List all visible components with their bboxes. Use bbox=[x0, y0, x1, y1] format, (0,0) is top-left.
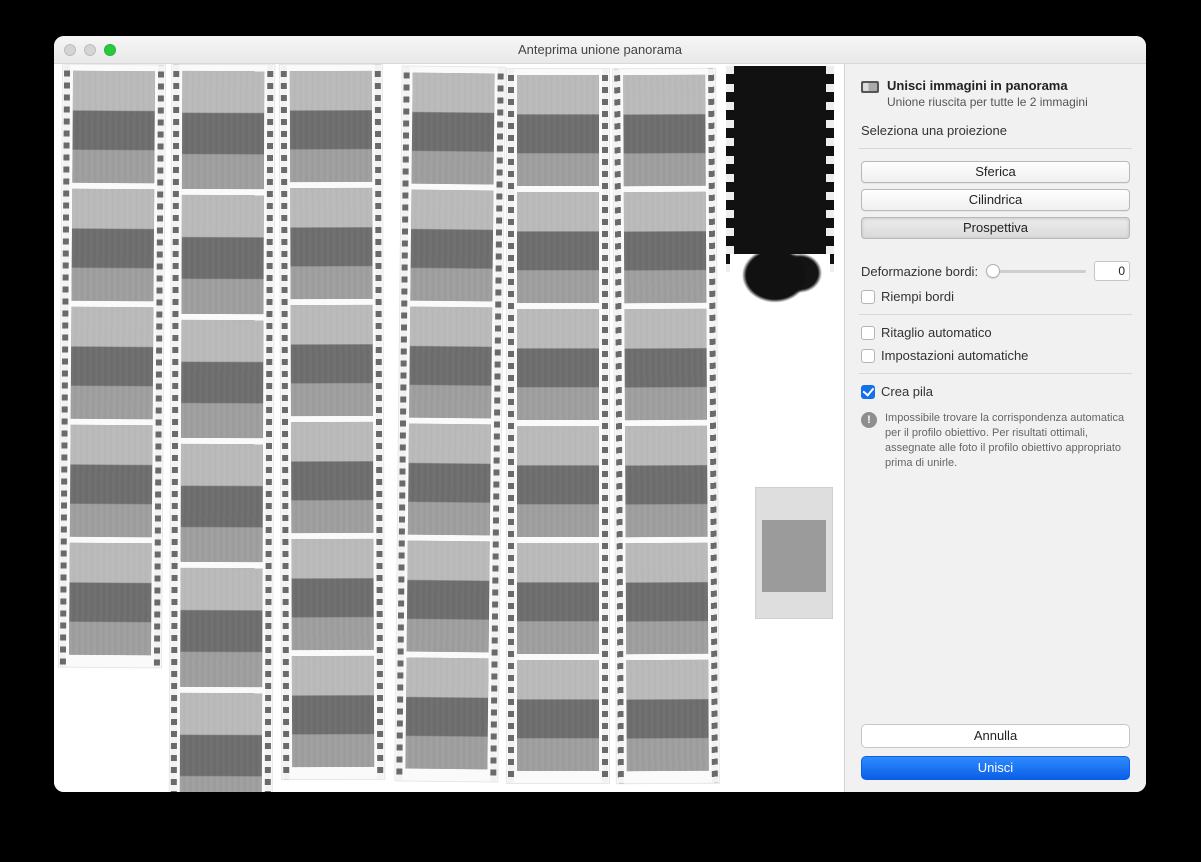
options-panel: Unisci immagini in panorama Unione riusc… bbox=[844, 64, 1146, 792]
panel-title: Unisci immagini in panorama bbox=[887, 78, 1088, 93]
auto-settings-label: Impostazioni automatiche bbox=[881, 348, 1028, 363]
film-strip bbox=[58, 64, 166, 668]
checkbox-icon bbox=[861, 326, 875, 340]
panorama-icon bbox=[861, 81, 879, 93]
auto-crop-label: Ritaglio automatico bbox=[881, 325, 992, 340]
projection-perspective[interactable]: Prospettiva bbox=[861, 217, 1130, 239]
film-frame bbox=[407, 541, 490, 653]
film-frame bbox=[290, 188, 372, 299]
film-frame bbox=[408, 424, 491, 536]
film-frame bbox=[180, 568, 262, 687]
film-frame bbox=[405, 658, 488, 770]
film-frame bbox=[517, 660, 599, 771]
film-frame bbox=[292, 656, 374, 767]
film-frame bbox=[624, 192, 707, 303]
cancel-button[interactable]: Annulla bbox=[861, 724, 1130, 748]
create-stack-label: Crea pila bbox=[881, 384, 933, 399]
boundary-warp-row: Deformazione bordi: 0 bbox=[861, 261, 1130, 281]
zoom-icon[interactable] bbox=[104, 44, 116, 56]
boundary-warp-value[interactable]: 0 bbox=[1094, 261, 1130, 281]
film-frame bbox=[517, 192, 599, 303]
film-frame bbox=[290, 71, 372, 182]
checkbox-icon bbox=[861, 349, 875, 363]
dialog-body: Unisci immagini in panorama Unione riusc… bbox=[54, 64, 1146, 792]
film-strip bbox=[394, 65, 505, 782]
panel-subtitle: Unione riuscita per tutte le 2 immagini bbox=[887, 95, 1088, 109]
checkbox-icon bbox=[861, 290, 875, 304]
merge-button[interactable]: Unisci bbox=[861, 756, 1130, 780]
projection-section-label: Seleziona una proiezione bbox=[861, 123, 1130, 138]
dialog-footer: Annulla Unisci bbox=[861, 724, 1130, 780]
fill-edges-label: Riempi bordi bbox=[881, 289, 954, 304]
film-frame bbox=[291, 305, 373, 416]
projection-group: Sferica Cilindrica Prospettiva bbox=[861, 161, 1130, 239]
film-strip bbox=[169, 64, 276, 792]
close-icon[interactable] bbox=[64, 44, 76, 56]
film-frame bbox=[517, 75, 599, 186]
checkbox-icon bbox=[861, 385, 875, 399]
fill-edges-checkbox[interactable]: Riempi bordi bbox=[861, 289, 1130, 304]
film-frame bbox=[626, 660, 709, 771]
create-stack-checkbox[interactable]: Crea pila bbox=[861, 384, 1130, 399]
panel-header: Unisci immagini in panorama Unione riusc… bbox=[861, 78, 1130, 109]
warning-text: Impossibile trovare la corrispondenza au… bbox=[885, 411, 1130, 470]
film-frame bbox=[291, 422, 373, 533]
projection-spherical[interactable]: Sferica bbox=[861, 161, 1130, 183]
film-frame bbox=[517, 309, 599, 420]
film-leader-dark bbox=[730, 66, 830, 272]
divider bbox=[859, 373, 1132, 374]
film-frame bbox=[181, 444, 263, 563]
film-frame bbox=[410, 190, 493, 302]
boundary-warp-slider[interactable] bbox=[986, 264, 1086, 278]
film-leader-edge bbox=[730, 254, 830, 360]
film-strip bbox=[279, 64, 385, 780]
dialog-window: Anteprima unione panorama Unisci immagin… bbox=[54, 36, 1146, 792]
film-frame bbox=[412, 73, 495, 185]
film-frame bbox=[626, 543, 709, 654]
film-frame bbox=[517, 543, 599, 654]
detached-frame bbox=[756, 488, 832, 618]
film-frame bbox=[69, 543, 152, 656]
warning-icon: ! bbox=[861, 412, 877, 428]
film-frame bbox=[70, 425, 153, 538]
titlebar: Anteprima unione panorama bbox=[54, 36, 1146, 64]
film-frame bbox=[181, 320, 263, 439]
window-controls bbox=[64, 44, 116, 56]
boundary-warp-label: Deformazione bordi: bbox=[861, 264, 978, 279]
window-title: Anteprima unione panorama bbox=[54, 42, 1146, 57]
film-frame bbox=[625, 426, 708, 537]
film-frame bbox=[181, 195, 263, 314]
film-frame bbox=[623, 75, 706, 186]
divider bbox=[859, 148, 1132, 149]
auto-crop-checkbox[interactable]: Ritaglio automatico bbox=[861, 325, 1130, 340]
film-frame bbox=[71, 307, 154, 420]
film-strip bbox=[612, 68, 720, 785]
film-frame bbox=[71, 189, 154, 302]
minimize-icon[interactable] bbox=[84, 44, 96, 56]
film-frame bbox=[72, 71, 155, 184]
film-frame bbox=[291, 539, 373, 650]
divider bbox=[859, 314, 1132, 315]
auto-settings-checkbox[interactable]: Impostazioni automatiche bbox=[861, 348, 1130, 363]
film-frame bbox=[182, 71, 264, 190]
panel-header-text: Unisci immagini in panorama Unione riusc… bbox=[887, 78, 1088, 109]
lens-profile-warning: ! Impossibile trovare la corrispondenza … bbox=[861, 411, 1130, 470]
film-frame bbox=[409, 307, 492, 419]
film-strip bbox=[506, 68, 610, 784]
film-frame bbox=[517, 426, 599, 537]
projection-cylindrical[interactable]: Cilindrica bbox=[861, 189, 1130, 211]
panorama-preview bbox=[54, 64, 844, 792]
film-frame bbox=[624, 309, 707, 420]
film-frame bbox=[180, 692, 262, 792]
